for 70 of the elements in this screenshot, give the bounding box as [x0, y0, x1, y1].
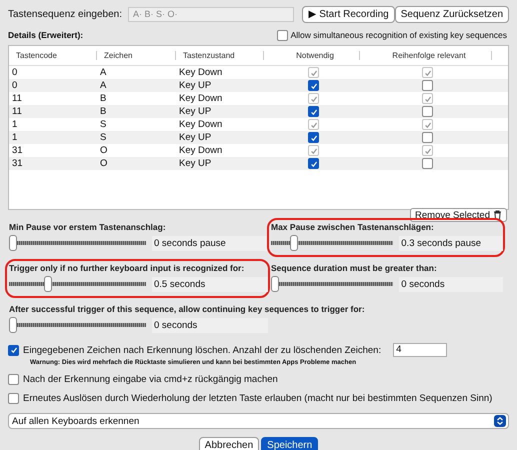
checkbox[interactable] — [8, 374, 19, 385]
table-cell-text: B — [99, 106, 108, 117]
dropdown-arrows-icon — [494, 415, 506, 427]
table-cell-text: Key Down — [178, 145, 224, 156]
save-button[interactable]: Speichern — [261, 437, 318, 450]
table-cell-text: Key UP — [178, 106, 212, 117]
column-header[interactable]: Reihenfolge relevant — [360, 51, 492, 60]
table-cell-text: 31 — [11, 145, 24, 156]
details-label: Details (Erweitert): — [8, 30, 84, 40]
checkbox-label: Erneutes Auslösen durch Wiederholung der letzten Taste erlauben (macht nur bei bestimmten Sequenzen Sinn) — [23, 393, 492, 404]
column-header[interactable]: Notwendig — [264, 51, 360, 60]
slider-thumb[interactable] — [9, 317, 17, 333]
checkbox[interactable] — [422, 158, 433, 169]
slider-value: 0 seconds pause — [152, 236, 268, 250]
table-cell-text: A — [99, 67, 108, 78]
checkbox[interactable] — [308, 106, 319, 117]
table-cell-text: 1 — [11, 132, 18, 143]
count-field[interactable]: 4 — [393, 343, 448, 357]
table-cell-text: 0 — [11, 67, 18, 78]
slider-thumb[interactable] — [44, 276, 52, 292]
table-cell-text: Key UP — [178, 80, 212, 91]
table-cell-text: 11 — [11, 93, 23, 104]
table-cell-text: 1 — [11, 119, 18, 130]
checkbox[interactable] — [8, 344, 19, 356]
reset-button[interactable]: Sequenz Zurücksetzen — [394, 6, 509, 22]
checkbox-label: Allow simultaneous recognition of existing key sequences — [290, 30, 507, 40]
slider-thumb[interactable] — [9, 235, 17, 251]
checkbox[interactable] — [422, 132, 433, 143]
slider-value: 0 seconds — [152, 318, 268, 332]
column-header[interactable]: Tastencode — [9, 51, 97, 60]
table-cell-text: Key UP — [178, 132, 212, 143]
keyboard-select[interactable]: Auf allen Keyboards erkennen — [8, 413, 509, 429]
table-cell-text: Key UP — [178, 158, 212, 169]
sequence-label: Tastensequenz eingeben: — [8, 8, 122, 20]
checkbox-label: Eingegebenen Zeichen nach Erkennung löschen. Anzahl der zu löschenden Zeichen: — [23, 344, 382, 356]
table-cell-text: 31 — [11, 158, 24, 169]
table-cell-text: Key Down — [178, 93, 224, 104]
table-cell-text: O — [99, 145, 108, 156]
table-cell-text: S — [99, 119, 108, 130]
table-cell-text: Key Down — [178, 119, 224, 130]
cancel-button[interactable]: Abbrechen — [198, 437, 260, 450]
slider-label: Min Pause vor erstem Tastenanschlag: — [9, 222, 167, 234]
start-recording-button[interactable]: ▶ Start Recording — [302, 6, 395, 22]
table-cell-text: 0 — [11, 80, 18, 91]
slider-thumb[interactable] — [290, 235, 298, 251]
checkbox[interactable] — [276, 30, 288, 40]
slider-label: Sequence duration must be greater than: — [271, 263, 438, 275]
slider-label: After successful trigger of this sequence, allow continuing key sequences to trigger for: — [9, 304, 366, 316]
column-header[interactable]: Tastenzustand — [176, 51, 264, 60]
checkbox[interactable] — [308, 158, 319, 169]
checkbox[interactable] — [308, 80, 319, 91]
table-cell-text: B — [99, 93, 108, 104]
slider-value: 0.3 seconds pause — [399, 236, 503, 250]
checkbox[interactable] — [422, 106, 433, 117]
table-cell-text: Key Down — [178, 67, 224, 78]
checkbox[interactable] — [8, 393, 19, 404]
table-cell-text: A — [99, 80, 108, 91]
checkbox[interactable] — [308, 132, 319, 143]
table-cell-text: S — [99, 132, 108, 143]
slider-label: Max Pause zwischen Tastenanschlägen: — [271, 222, 435, 234]
checkbox[interactable] — [422, 80, 433, 91]
slider-thumb[interactable] — [271, 276, 279, 292]
trash-icon — [493, 210, 502, 220]
checkbox-label: Nach der Erkennung eingabe via cmd+z rückgängig machen — [23, 374, 278, 385]
column-header[interactable]: Zeichen — [97, 51, 176, 60]
slider-value: 0 seconds — [399, 276, 503, 292]
slider-label: Trigger only if no further keyboard input is recognized for: — [9, 263, 246, 275]
table-cell-text: O — [99, 158, 108, 169]
table-cell-text: 11 — [11, 106, 23, 117]
slider-value: 0.5 seconds — [152, 276, 268, 292]
